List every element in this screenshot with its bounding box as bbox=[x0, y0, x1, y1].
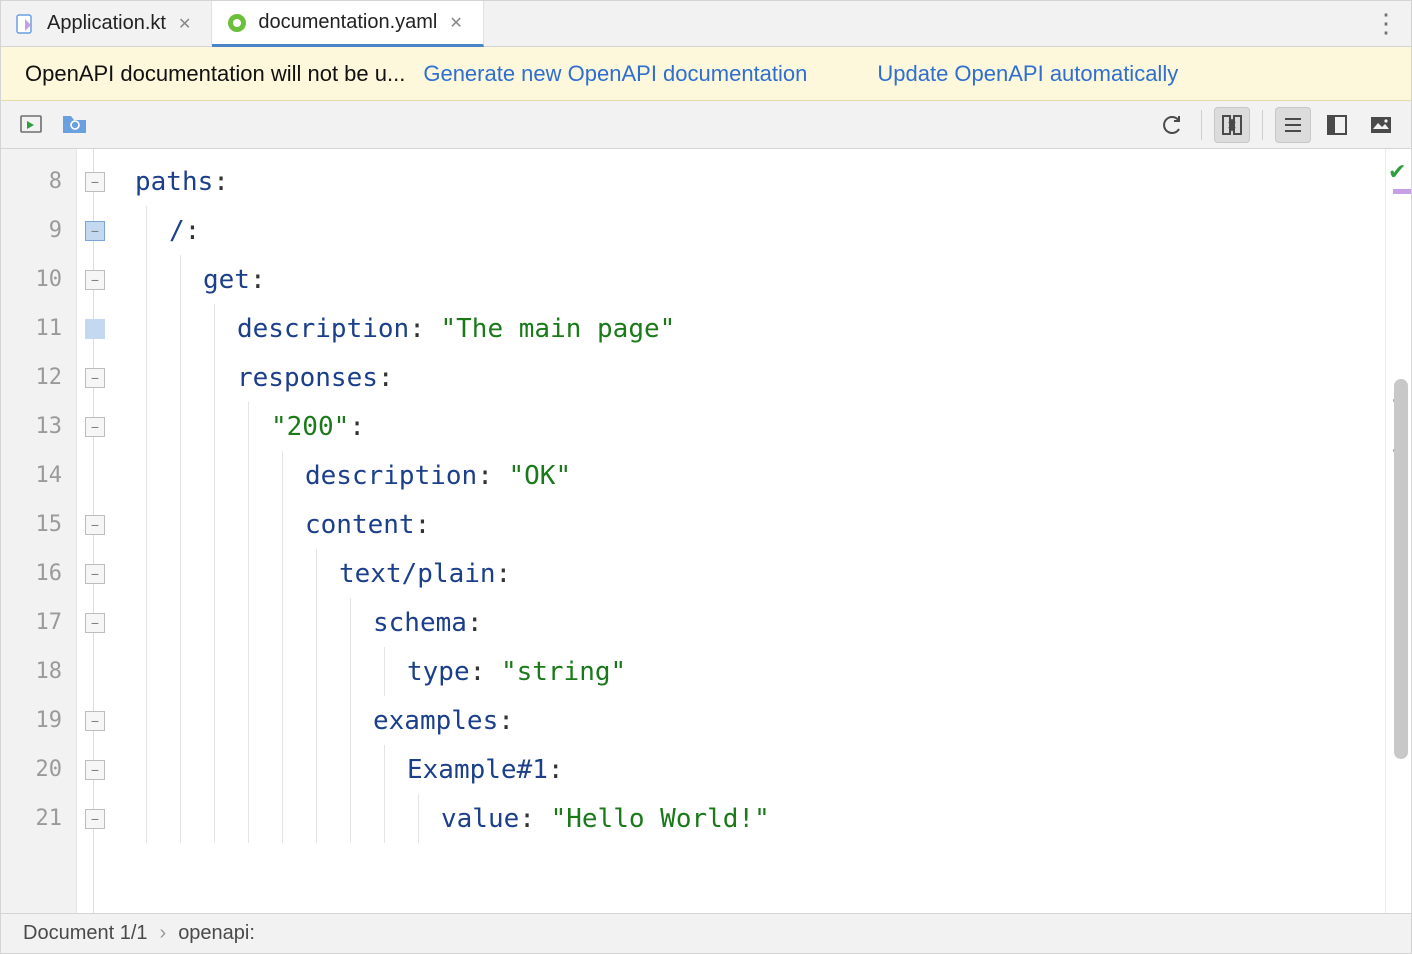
code-area[interactable]: paths:/:get:description: "The main page"… bbox=[113, 149, 1385, 913]
line-number: 13 bbox=[1, 402, 76, 451]
fold-toggle[interactable]: − bbox=[85, 270, 105, 290]
update-openapi-link[interactable]: Update OpenAPI automatically bbox=[877, 61, 1178, 87]
code-line[interactable]: "200": bbox=[113, 402, 1385, 451]
generate-openapi-link[interactable]: Generate new OpenAPI documentation bbox=[423, 61, 807, 87]
line-number: 9 bbox=[1, 206, 76, 255]
line-number-gutter: 89101112131415161718192021 bbox=[1, 149, 77, 913]
line-number: 10 bbox=[1, 255, 76, 304]
code-line[interactable]: text/plain: bbox=[113, 549, 1385, 598]
code-line[interactable]: Example#1: bbox=[113, 745, 1385, 794]
code-line[interactable]: description: "OK" bbox=[113, 451, 1385, 500]
line-number: 20 bbox=[1, 745, 76, 794]
tab-bar: Application.kt ✕ documentation.yaml ✕ ⋮ bbox=[1, 1, 1411, 47]
fold-toggle[interactable]: − bbox=[85, 368, 105, 388]
refresh-button[interactable] bbox=[1153, 107, 1189, 143]
close-icon[interactable]: ✕ bbox=[176, 14, 193, 34]
breadcrumb-bar: Document 1/1 › openapi: bbox=[1, 913, 1411, 953]
fold-spacer bbox=[85, 662, 105, 682]
kotlin-file-icon bbox=[15, 13, 37, 35]
tab-documentation-yaml[interactable]: documentation.yaml ✕ bbox=[212, 1, 483, 47]
editor-toolbar bbox=[1, 101, 1411, 149]
fold-toggle[interactable]: − bbox=[85, 417, 105, 437]
tab-label: Application.kt bbox=[47, 12, 166, 35]
scrollbar-thumb[interactable] bbox=[1394, 379, 1408, 759]
inspection-mark bbox=[1393, 189, 1411, 194]
code-line[interactable]: schema: bbox=[113, 598, 1385, 647]
code-editor[interactable]: 89101112131415161718192021 − − − − − − − − − − − p… bbox=[1, 149, 1411, 913]
fold-toggle[interactable]: − bbox=[85, 172, 105, 192]
code-line[interactable]: examples: bbox=[113, 696, 1385, 745]
toolbar-separator bbox=[1262, 110, 1263, 140]
code-line[interactable]: value: "Hello World!" bbox=[113, 794, 1385, 843]
line-number: 11 bbox=[1, 304, 76, 353]
image-preview-button[interactable] bbox=[1363, 107, 1399, 143]
marker-strip[interactable]: ✔ bbox=[1385, 149, 1411, 913]
fold-toggle[interactable]: − bbox=[85, 515, 105, 535]
line-number: 16 bbox=[1, 549, 76, 598]
code-line[interactable]: responses: bbox=[113, 353, 1385, 402]
line-number: 14 bbox=[1, 451, 76, 500]
line-number: 19 bbox=[1, 696, 76, 745]
code-line[interactable]: content: bbox=[113, 500, 1385, 549]
run-preview-button[interactable] bbox=[13, 107, 49, 143]
fold-toggle[interactable]: − bbox=[85, 711, 105, 731]
line-number: 12 bbox=[1, 353, 76, 402]
openapi-file-icon bbox=[226, 12, 248, 34]
notification-banner: OpenAPI documentation will not be u... G… bbox=[1, 47, 1411, 101]
soft-wrap-button[interactable] bbox=[1275, 107, 1311, 143]
fold-toggle[interactable]: − bbox=[85, 564, 105, 584]
fold-toggle[interactable]: − bbox=[85, 221, 105, 241]
close-icon[interactable]: ✕ bbox=[447, 13, 464, 33]
split-vertical-button[interactable] bbox=[1214, 107, 1250, 143]
line-number: 17 bbox=[1, 598, 76, 647]
code-line[interactable]: paths: bbox=[113, 157, 1385, 206]
check-icon: ✔ bbox=[1388, 159, 1406, 185]
fold-toggle[interactable]: − bbox=[85, 613, 105, 633]
chevron-right-icon: › bbox=[160, 922, 167, 945]
fold-column: − − − − − − − − − − − bbox=[77, 149, 113, 913]
breadcrumb-path[interactable]: openapi: bbox=[178, 922, 255, 945]
side-panel-button[interactable] bbox=[1319, 107, 1355, 143]
code-line[interactable]: type: "string" bbox=[113, 647, 1385, 696]
tab-application-kt[interactable]: Application.kt ✕ bbox=[1, 1, 212, 46]
code-line[interactable]: /: bbox=[113, 206, 1385, 255]
fold-toggle[interactable]: − bbox=[85, 760, 105, 780]
line-number: 15 bbox=[1, 500, 76, 549]
tab-label: documentation.yaml bbox=[258, 11, 437, 34]
toolbar-separator bbox=[1201, 110, 1202, 140]
fold-toggle[interactable]: − bbox=[85, 809, 105, 829]
more-tabs-button[interactable]: ⋮ bbox=[1363, 1, 1411, 46]
code-line[interactable]: get: bbox=[113, 255, 1385, 304]
line-number: 21 bbox=[1, 794, 76, 843]
breadcrumb-doc[interactable]: Document 1/1 bbox=[23, 922, 148, 945]
banner-message: OpenAPI documentation will not be u... bbox=[25, 61, 405, 87]
sync-folder-button[interactable] bbox=[57, 107, 93, 143]
code-line[interactable]: description: "The main page" bbox=[113, 304, 1385, 353]
line-number: 8 bbox=[1, 157, 76, 206]
line-number: 18 bbox=[1, 647, 76, 696]
fold-spacer bbox=[85, 466, 105, 486]
fold-spacer bbox=[85, 319, 105, 339]
